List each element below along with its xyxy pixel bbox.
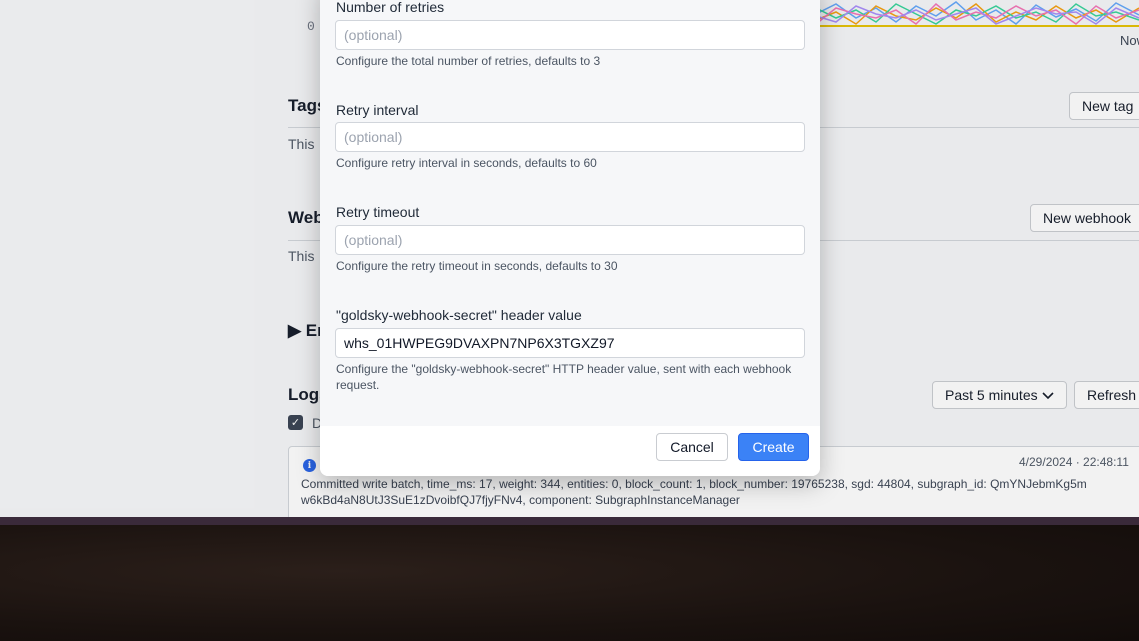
modal-footer: Cancel Create <box>320 426 820 476</box>
create-button[interactable]: Create <box>738 433 809 461</box>
desktop-background <box>0 525 1139 641</box>
cancel-button[interactable]: Cancel <box>656 433 728 461</box>
secret-input[interactable] <box>335 328 805 358</box>
retry-interval-label: Retry interval <box>336 102 419 118</box>
retry-timeout-help: Configure the retry timeout in seconds, … <box>336 259 618 273</box>
retry-interval-input[interactable] <box>335 122 805 152</box>
retry-interval-help: Configure retry interval in seconds, def… <box>336 156 597 170</box>
secret-help: Configure the "goldsky-webhook-secret" H… <box>336 362 792 392</box>
window-bottom-edge <box>0 517 1139 525</box>
app-window: 0 Now Tags New tag This Webhooks New web… <box>0 0 1139 517</box>
retry-timeout-label: Retry timeout <box>336 204 420 220</box>
retries-help: Configure the total number of retries, d… <box>336 54 601 68</box>
create-webhook-modal: Number of retries Configure the total nu… <box>320 0 820 476</box>
retries-label: Number of retries <box>336 0 445 15</box>
retries-input[interactable] <box>335 20 805 50</box>
secret-label: "goldsky-webhook-secret" header value <box>336 307 582 323</box>
retry-timeout-input[interactable] <box>335 225 805 255</box>
